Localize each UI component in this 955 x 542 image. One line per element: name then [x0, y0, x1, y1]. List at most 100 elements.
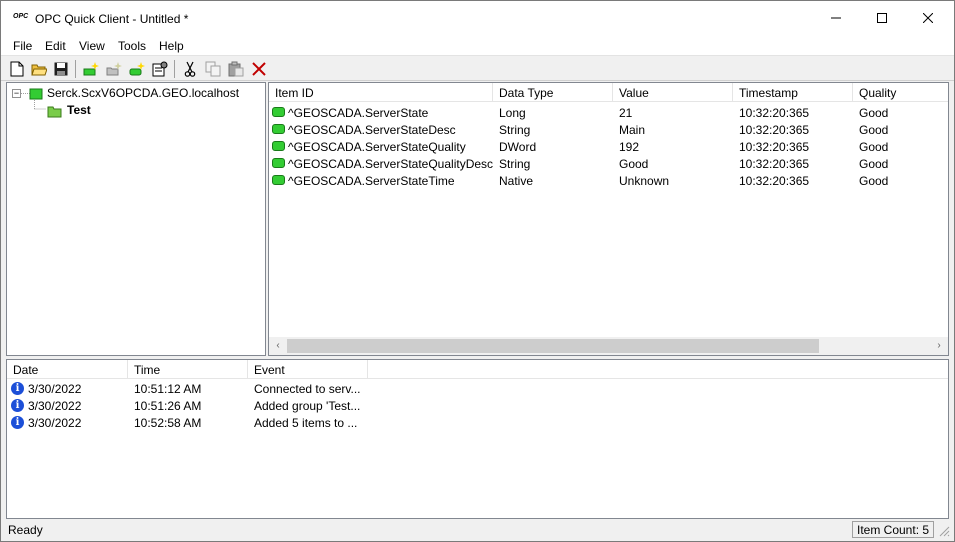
item-data-type: String	[499, 123, 531, 137]
status-bar: Ready Item Count: 5	[1, 519, 954, 541]
item-timestamp: 10:32:20:365	[739, 140, 810, 154]
window-title: OPC Quick Client - Untitled *	[35, 12, 189, 26]
log-time: 10:51:12 AM	[134, 382, 202, 396]
menu-bar: File Edit View Tools Help	[1, 35, 954, 56]
items-header-row: Item ID Data Type Value Timestamp Qualit…	[269, 83, 948, 102]
new-file-icon	[10, 61, 24, 77]
app-window: OPC OPC Quick Client - Untitled * File E…	[0, 0, 955, 542]
scrollbar-thumb[interactable]	[287, 339, 819, 353]
info-icon: i	[11, 399, 24, 412]
item-id: ^GEOSCADA.ServerStateDesc	[288, 123, 456, 137]
log-header-row: Date Time Event	[7, 360, 948, 379]
title-bar[interactable]: OPC OPC Quick Client - Untitled *	[1, 1, 954, 35]
save-button[interactable]	[52, 60, 70, 78]
item-id: ^GEOSCADA.ServerStateQualityDesc	[288, 157, 494, 171]
item-tag-icon	[272, 107, 285, 117]
tree-collapse-toggle[interactable]: −	[12, 89, 21, 98]
tree-node-group-label: Test	[67, 103, 91, 117]
minimize-button[interactable]	[813, 1, 859, 35]
item-tag-icon	[272, 141, 285, 151]
item-id: ^GEOSCADA.ServerState	[288, 106, 429, 120]
maximize-icon	[877, 13, 887, 23]
cut-icon	[184, 61, 196, 77]
info-icon: i	[11, 382, 24, 395]
open-button[interactable]	[30, 60, 48, 78]
column-header-data-type[interactable]: Data Type	[493, 83, 613, 102]
log-date: 3/30/2022	[28, 399, 82, 413]
column-header-event[interactable]: Event	[248, 360, 368, 379]
cut-button[interactable]	[181, 60, 199, 78]
item-quality: Good	[859, 123, 889, 137]
item-value: Main	[619, 123, 646, 137]
server-tree-pane[interactable]: − Serck.ScxV6OPCDA.GEO.localhost Test	[6, 82, 266, 356]
item-row[interactable]: ^GEOSCADA.ServerStateTime Native Unknown…	[269, 172, 948, 189]
item-row[interactable]: ^GEOSCADA.ServerState Long 21 10:32:20:3…	[269, 104, 948, 121]
new-item-button[interactable]	[128, 60, 146, 78]
menu-file[interactable]: File	[13, 39, 32, 53]
column-header-time[interactable]: Time	[128, 360, 248, 379]
item-id: ^GEOSCADA.ServerStateQuality	[288, 140, 466, 154]
item-row[interactable]: ^GEOSCADA.ServerStateQualityDesc String …	[269, 155, 948, 172]
item-row[interactable]: ^GEOSCADA.ServerStateQuality DWord 192 1…	[269, 138, 948, 155]
toolbar	[1, 57, 954, 81]
new-group-button[interactable]	[105, 60, 123, 78]
item-tag-icon	[272, 158, 285, 168]
maximize-button[interactable]	[859, 1, 905, 35]
horizontal-scrollbar[interactable]: ‹ ›	[269, 337, 948, 355]
toolbar-separator	[75, 60, 76, 78]
scroll-left-arrow-icon[interactable]: ‹	[270, 339, 286, 353]
log-row[interactable]: i 3/30/2022 10:52:58 AM Added 5 items to…	[7, 414, 948, 431]
properties-button[interactable]	[151, 60, 169, 78]
new-item-icon	[129, 62, 145, 76]
column-header-date[interactable]: Date	[7, 360, 128, 379]
log-event: Added group 'Test...	[254, 399, 361, 413]
log-event: Connected to serv...	[254, 382, 361, 396]
item-value: Good	[619, 157, 649, 171]
item-quality: Good	[859, 174, 889, 188]
group-folder-icon	[47, 106, 62, 118]
column-header-value[interactable]: Value	[613, 83, 733, 102]
column-header-quality[interactable]: Quality	[853, 83, 948, 102]
log-row[interactable]: i 3/30/2022 10:51:26 AM Added group 'Tes…	[7, 397, 948, 414]
new-file-button[interactable]	[8, 60, 26, 78]
column-header-timestamp[interactable]: Timestamp	[733, 83, 853, 102]
item-tag-icon	[272, 175, 285, 185]
save-icon	[54, 62, 68, 76]
column-header-item-id[interactable]: Item ID	[269, 83, 493, 102]
menu-view[interactable]: View	[79, 39, 105, 53]
log-date: 3/30/2022	[28, 382, 82, 396]
item-data-type: String	[499, 157, 531, 171]
paste-button[interactable]	[227, 60, 245, 78]
copy-icon	[205, 61, 221, 77]
resize-grip-icon[interactable]	[938, 525, 950, 537]
menu-tools[interactable]: Tools	[118, 39, 146, 53]
item-value: 192	[619, 140, 640, 154]
item-id: ^GEOSCADA.ServerStateTime	[288, 174, 455, 188]
item-value: Unknown	[619, 174, 670, 188]
event-log-pane[interactable]: Date Time Event i 3/30/2022 10:51:12 AM …	[6, 359, 949, 519]
server-icon	[29, 88, 43, 100]
item-tag-icon	[272, 124, 285, 134]
new-server-button[interactable]	[82, 60, 100, 78]
item-row[interactable]: ^GEOSCADA.ServerStateDesc String Main 10…	[269, 121, 948, 138]
status-text: Ready	[8, 523, 43, 537]
item-value: 21	[619, 106, 633, 120]
tree-node-server-label: Serck.ScxV6OPCDA.GEO.localhost	[47, 86, 240, 100]
item-quality: Good	[859, 106, 889, 120]
log-event: Added 5 items to ...	[254, 416, 358, 430]
scroll-right-arrow-icon[interactable]: ›	[931, 339, 947, 353]
new-server-icon	[83, 62, 99, 76]
log-row[interactable]: i 3/30/2022 10:51:12 AM Connected to ser…	[7, 380, 948, 397]
menu-edit[interactable]: Edit	[45, 39, 66, 53]
copy-button[interactable]	[204, 60, 222, 78]
open-folder-icon	[31, 64, 47, 76]
item-quality: Good	[859, 157, 889, 171]
close-button[interactable]	[905, 1, 951, 35]
menu-help[interactable]: Help	[159, 39, 184, 53]
log-date: 3/30/2022	[28, 416, 82, 430]
item-timestamp: 10:32:20:365	[739, 106, 810, 120]
items-list-pane[interactable]: Item ID Data Type Value Timestamp Qualit…	[268, 82, 949, 356]
new-group-icon	[106, 62, 122, 76]
delete-button[interactable]	[250, 60, 268, 78]
paste-icon	[228, 61, 244, 77]
